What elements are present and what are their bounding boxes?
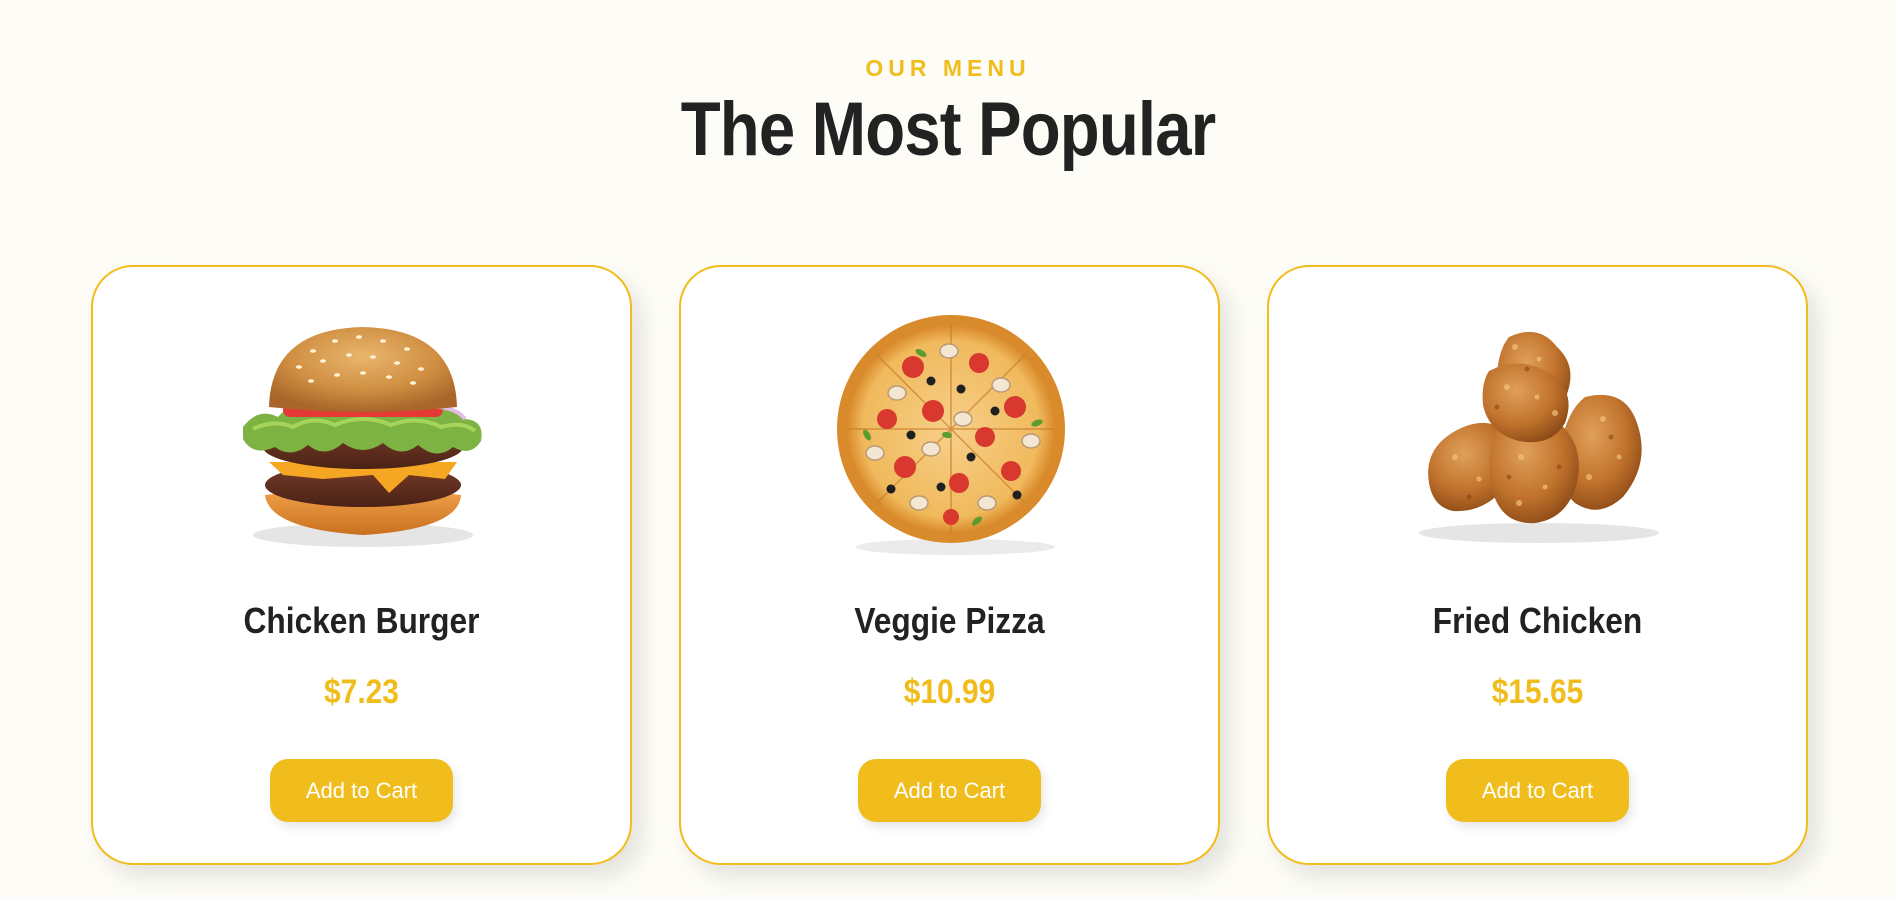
add-to-cart-button[interactable]: Add to Cart: [1446, 759, 1629, 822]
menu-card-fried-chicken: Fried Chicken $15.65 Add to Cart: [1267, 265, 1808, 865]
add-to-cart-button[interactable]: Add to Cart: [858, 759, 1041, 822]
item-price: $10.99: [903, 673, 996, 711]
add-to-cart-button[interactable]: Add to Cart: [270, 759, 453, 822]
section-title: The Most Popular: [680, 87, 1216, 172]
item-name: Chicken Burger: [243, 600, 480, 641]
item-price: $15.65: [1491, 673, 1584, 711]
fried-chicken-image: [1389, 307, 1689, 557]
pizza-image: [801, 307, 1101, 557]
burger-image: [213, 307, 513, 557]
menu-card-chicken-burger: Chicken Burger $7.23 Add to Cart: [91, 265, 632, 865]
item-name: Veggie Pizza: [854, 600, 1045, 641]
menu-card-veggie-pizza: Veggie Pizza $10.99 Add to Cart: [679, 265, 1220, 865]
item-name: Fried Chicken: [1432, 600, 1643, 641]
section-eyebrow: OUR MENU: [865, 55, 1031, 81]
item-price: $7.23: [324, 673, 399, 711]
